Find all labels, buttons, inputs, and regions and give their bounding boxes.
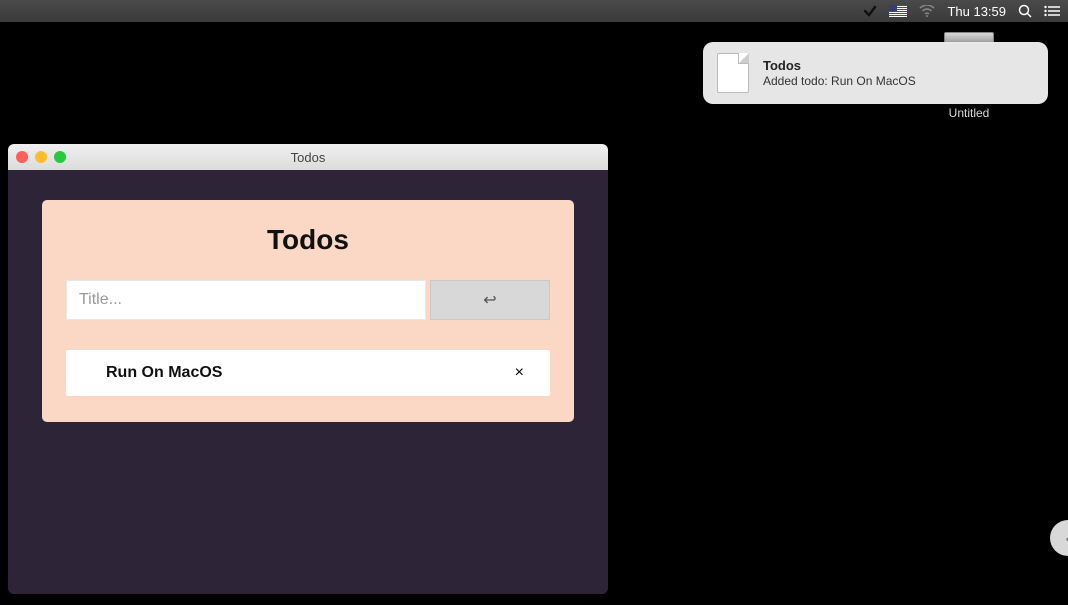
menu-bar: Thu 13:59 — [0, 0, 1068, 22]
delete-todo-button[interactable]: × — [507, 360, 532, 386]
todo-text: Run On MacOS — [106, 364, 222, 382]
close-window-button[interactable] — [16, 151, 28, 163]
edge-peek-button[interactable]: ‹ — [1050, 520, 1068, 556]
notification-body: Added todo: Run On MacOS — [763, 74, 916, 88]
menubar-clock[interactable]: Thu 13:59 — [947, 4, 1006, 19]
flag-us-icon[interactable] — [889, 5, 907, 17]
minimize-window-button[interactable] — [35, 151, 47, 163]
spotlight-search-icon[interactable] — [1018, 4, 1032, 18]
task-tray-icon[interactable] — [863, 4, 877, 18]
notification-banner[interactable]: Todos Added todo: Run On MacOS — [703, 42, 1048, 104]
notification-title: Todos — [763, 58, 916, 73]
todo-item: Run On MacOS × — [66, 350, 550, 396]
wifi-icon[interactable] — [919, 5, 935, 17]
new-todo-row: ↩ — [66, 280, 550, 320]
todos-app-window: Todos Todos ↩ Run On MacOS × — [8, 144, 608, 594]
desktop-icon-label: Untitled — [934, 106, 1004, 120]
new-todo-input[interactable] — [66, 280, 426, 320]
todos-card: Todos ↩ Run On MacOS × — [42, 200, 574, 422]
card-title: Todos — [66, 224, 550, 256]
notification-content: Todos Added todo: Run On MacOS — [763, 58, 916, 88]
enter-icon: ↩ — [483, 290, 496, 310]
submit-todo-button[interactable]: ↩ — [430, 280, 550, 320]
app-body: Todos ↩ Run On MacOS × — [8, 170, 608, 452]
notification-center-icon[interactable] — [1044, 5, 1060, 17]
window-titlebar[interactable]: Todos — [8, 144, 608, 170]
close-icon: × — [515, 364, 524, 381]
window-title: Todos — [8, 150, 608, 165]
zoom-window-button[interactable] — [54, 151, 66, 163]
document-icon — [717, 53, 749, 93]
traffic-lights — [16, 151, 66, 163]
